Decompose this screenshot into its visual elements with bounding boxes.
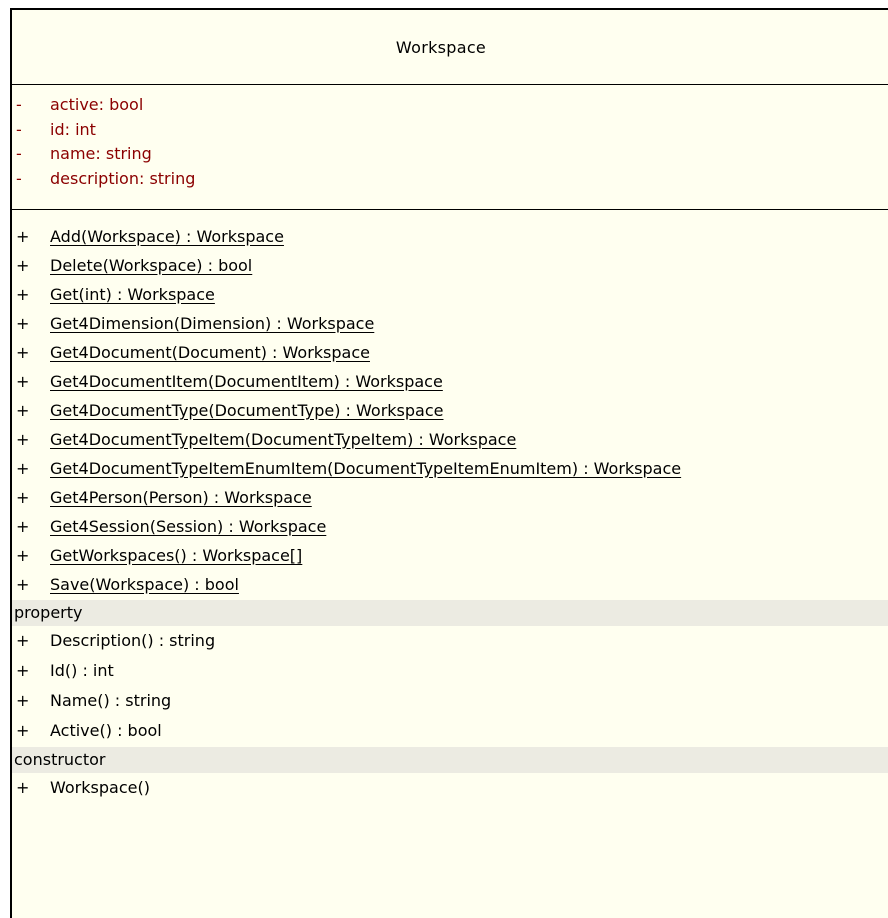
constructor-row: + Workspace() bbox=[12, 773, 888, 803]
visibility-marker: + bbox=[16, 371, 30, 391]
operation-row: + Get4DocumentTypeItemEnumItem(DocumentT… bbox=[12, 454, 888, 483]
visibility-marker: + bbox=[16, 516, 30, 536]
operation-row: + Delete(Workspace) : bool bbox=[12, 251, 888, 280]
visibility-marker: + bbox=[16, 429, 30, 449]
property-text: Description() : string bbox=[50, 631, 216, 650]
visibility-marker: + bbox=[16, 400, 30, 420]
visibility-marker: + bbox=[16, 487, 30, 507]
property-row: + Name() : string bbox=[12, 686, 888, 716]
operation-row: + Get4Person(Person) : Workspace bbox=[12, 483, 888, 512]
constructor-text: Workspace() bbox=[50, 778, 150, 797]
operation-row: + Get4DocumentTypeItem(DocumentTypeItem)… bbox=[12, 425, 888, 454]
operations-compartment: + Add(Workspace) : Workspace + Delete(Wo… bbox=[12, 210, 888, 803]
operation-row: + Add(Workspace) : Workspace bbox=[12, 222, 888, 251]
visibility-marker: + bbox=[16, 226, 30, 246]
operation-text: Get4Person(Person) : Workspace bbox=[50, 487, 312, 507]
visibility-marker: + bbox=[16, 661, 30, 680]
operation-row: + Get4DocumentType(DocumentType) : Works… bbox=[12, 396, 888, 425]
attribute-text: name: string bbox=[50, 144, 152, 164]
class-header: Workspace bbox=[12, 10, 888, 85]
property-text: Active() : bool bbox=[50, 721, 162, 740]
visibility-marker: + bbox=[16, 778, 30, 797]
attribute-text: id: int bbox=[50, 119, 96, 139]
visibility-marker: + bbox=[16, 284, 30, 304]
operation-row: + Get(int) : Workspace bbox=[12, 280, 888, 309]
visibility-marker: + bbox=[16, 545, 30, 565]
operation-text: Get4DocumentItem(DocumentItem) : Workspa… bbox=[50, 371, 443, 391]
visibility-marker: - bbox=[16, 144, 22, 164]
operation-text: Delete(Workspace) : bool bbox=[50, 255, 253, 275]
attribute-row: - description: string bbox=[12, 167, 888, 192]
operation-text: Add(Workspace) : Workspace bbox=[50, 226, 284, 246]
operation-text: Get(int) : Workspace bbox=[50, 284, 215, 304]
visibility-marker: + bbox=[16, 721, 30, 740]
visibility-marker: + bbox=[16, 342, 30, 362]
operation-text: Get4DocumentType(DocumentType) : Workspa… bbox=[50, 400, 444, 420]
operation-text: Get4Dimension(Dimension) : Workspace bbox=[50, 313, 375, 333]
operation-text: Save(Workspace) : bool bbox=[50, 574, 239, 594]
constructor-section-title: constructor bbox=[12, 747, 888, 773]
visibility-marker: + bbox=[16, 574, 30, 594]
property-text: Name() : string bbox=[50, 691, 172, 710]
uml-class-box: Workspace - active: bool - id: int - nam… bbox=[10, 8, 888, 918]
operation-text: Get4DocumentTypeItemEnumItem(DocumentTyp… bbox=[50, 458, 682, 478]
operation-row: + Get4Dimension(Dimension) : Workspace bbox=[12, 309, 888, 338]
attributes-compartment: - active: bool - id: int - name: string … bbox=[12, 85, 888, 210]
visibility-marker: + bbox=[16, 458, 30, 478]
operation-row: + Get4Document(Document) : Workspace bbox=[12, 338, 888, 367]
operation-row: + GetWorkspaces() : Workspace[] bbox=[12, 541, 888, 570]
property-row: + Active() : bool bbox=[12, 716, 888, 746]
operation-text: Get4DocumentTypeItem(DocumentTypeItem) :… bbox=[50, 429, 517, 449]
attribute-text: active: bool bbox=[50, 95, 144, 115]
operation-text: Get4Document(Document) : Workspace bbox=[50, 342, 370, 362]
operation-row: + Get4DocumentItem(DocumentItem) : Works… bbox=[12, 367, 888, 396]
attribute-row: - id: int bbox=[12, 118, 888, 143]
visibility-marker: - bbox=[16, 168, 22, 188]
operation-text: Get4Session(Session) : Workspace bbox=[50, 516, 327, 536]
operation-row: + Get4Session(Session) : Workspace bbox=[12, 512, 888, 541]
visibility-marker: - bbox=[16, 119, 22, 139]
attribute-row: - name: string bbox=[12, 142, 888, 167]
property-row: + Description() : string bbox=[12, 626, 888, 656]
property-row: + Id() : int bbox=[12, 656, 888, 686]
property-text: Id() : int bbox=[50, 661, 114, 680]
visibility-marker: + bbox=[16, 691, 30, 710]
visibility-marker: + bbox=[16, 313, 30, 333]
visibility-marker: - bbox=[16, 95, 22, 115]
class-name: Workspace bbox=[395, 37, 487, 57]
visibility-marker: + bbox=[16, 255, 30, 275]
attribute-text: description: string bbox=[50, 168, 196, 188]
property-section-title: property bbox=[12, 600, 888, 626]
visibility-marker: + bbox=[16, 631, 30, 650]
operation-row: + Save(Workspace) : bool bbox=[12, 570, 888, 599]
attribute-row: - active: bool bbox=[12, 93, 888, 118]
operation-text: GetWorkspaces() : Workspace[] bbox=[50, 545, 303, 565]
